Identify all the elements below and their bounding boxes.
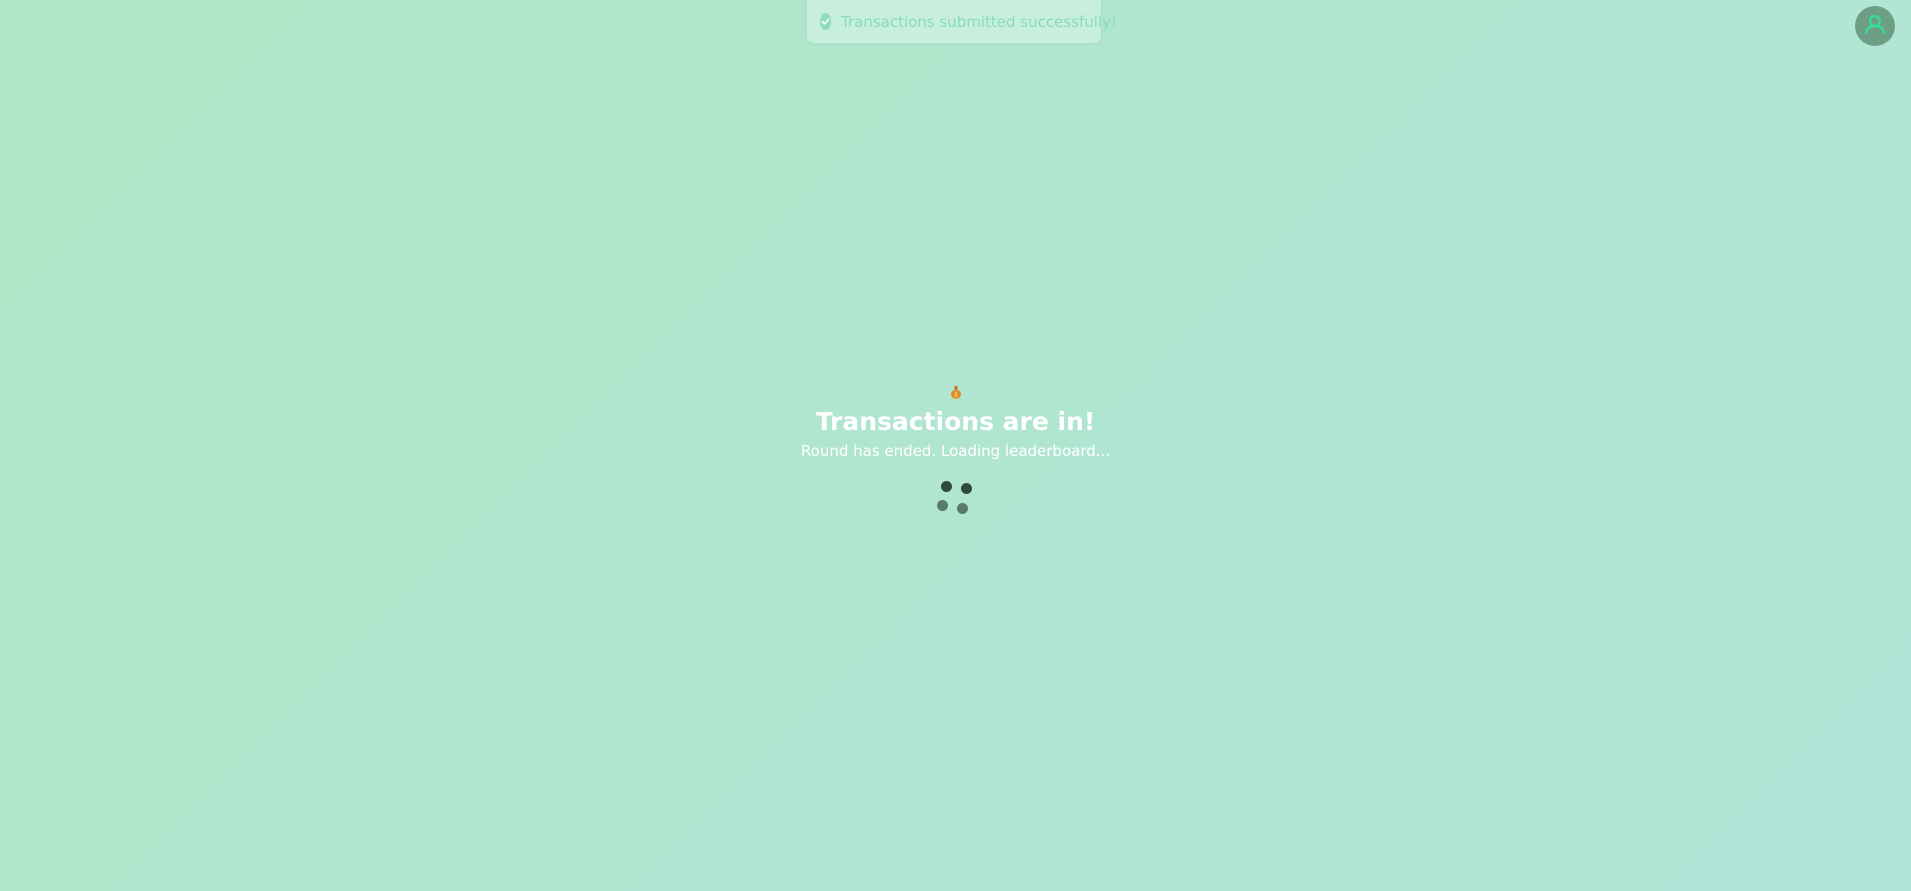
spinner-dot (941, 481, 952, 492)
user-avatar-button[interactable] (1855, 6, 1895, 46)
spinner-dot (957, 503, 968, 514)
status-subtitle: Round has ended. Loading leaderboard... (800, 442, 1111, 460)
toast-message: Transactions submitted successfully! (841, 12, 1117, 31)
spinner-dot (937, 500, 948, 511)
status-title: Transactions are in! (815, 407, 1096, 436)
round-status: $ Transactions are in! Round has ended. … (0, 384, 1911, 461)
success-toast: Transactions submitted successfully! (807, 0, 1117, 43)
loading-dots-icon (934, 478, 974, 518)
check-circle-icon (820, 13, 831, 30)
svg-text:$: $ (954, 392, 958, 399)
money-bag-icon: $ (948, 384, 964, 400)
spinner-dot (961, 483, 972, 494)
user-icon (1862, 11, 1888, 41)
